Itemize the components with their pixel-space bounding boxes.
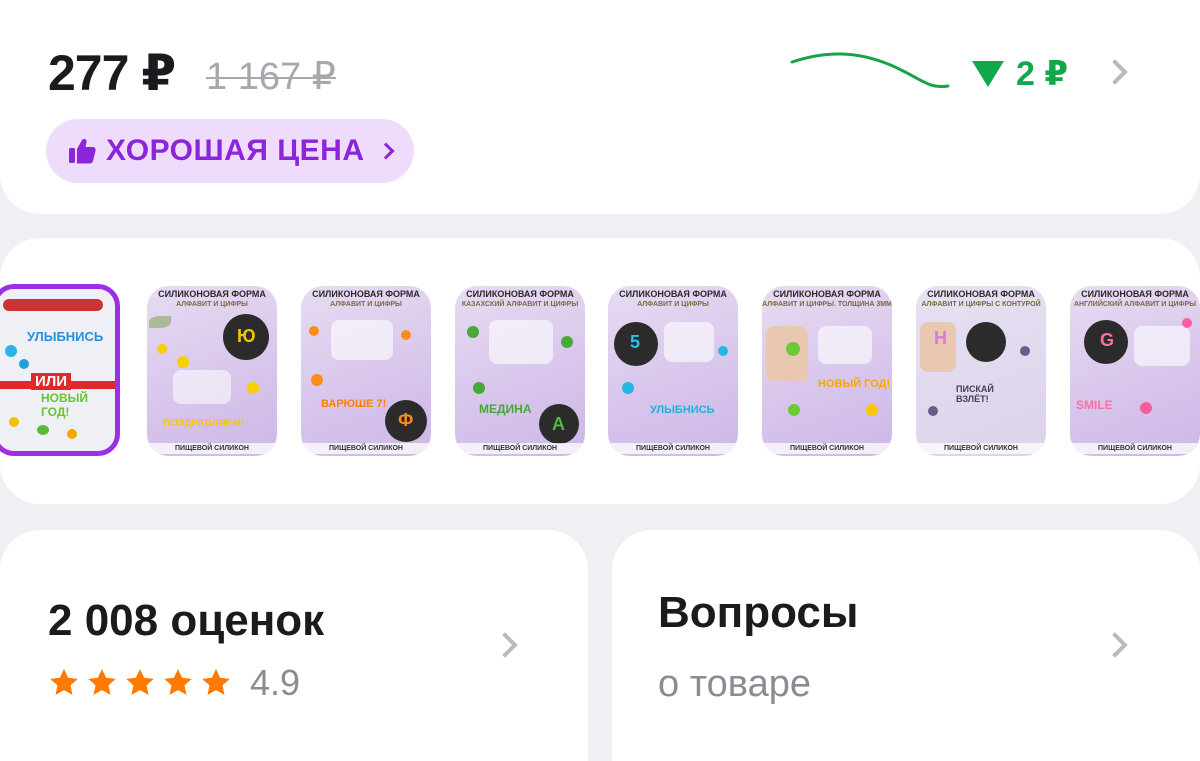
chevron-right-icon [377, 142, 395, 160]
thumbnail-word: НОВЫЙ ГОД! [41, 391, 89, 419]
thumbnail-word: ИЛИ [31, 373, 72, 390]
thumbnail-word: Ф [398, 410, 414, 430]
chevron-right-icon [492, 632, 518, 658]
thumbnail-word: НОВЫЙ ГОД! [818, 378, 891, 390]
price-drop[interactable]: 2 ₽ [972, 54, 1068, 94]
thumbs-up-icon [69, 138, 96, 164]
questions-subtitle: о товаре [658, 663, 811, 705]
star-icon [126, 669, 154, 695]
questions-card[interactable]: Вопросы о товаре [612, 530, 1200, 761]
thumbnail-word: SMILE [1076, 398, 1113, 412]
rating-stars: 4.9 [48, 662, 300, 704]
thumbnail-5[interactable]: СИЛИКОНОВАЯ ФОРМА АЛФАВИТ И ЦИФРЫ 5 УЛЫБ… [608, 286, 738, 456]
thumbnail-word: Н [934, 328, 947, 348]
thumbnail-7[interactable]: СИЛИКОНОВАЯ ФОРМА АЛФАВИТ И ЦИФРЫ С КОНТ… [916, 286, 1046, 456]
thumbnail-6[interactable]: СИЛИКОНОВАЯ ФОРМА АЛФАВИТ И ЦИФРЫ. ТОЛЩИ… [762, 286, 892, 456]
star-icon [88, 669, 116, 695]
good-price-badge[interactable]: ХОРОШАЯ ЦЕНА [46, 119, 414, 183]
thumbnail-2[interactable]: СИЛИКОНОВАЯ ФОРМА АЛФАВИТ И ЦИФРЫ Ю ПОЗД… [147, 286, 277, 456]
rating-value: 4.9 [250, 662, 301, 703]
ratings-card[interactable]: 2 008 оценок 4.9 [0, 530, 588, 761]
thumbnail-word: ПОЗДРАВЛЯЕМ! [163, 418, 244, 429]
star-icon [50, 669, 78, 695]
price-card: 277 ₽ 1 167 ₽ 2 ₽ ХОРОШАЯ ЦЕНА [0, 0, 1200, 214]
thumbnail-word: Ю [237, 326, 256, 346]
thumbnail-word: УЛЫБНИСЬ [650, 404, 715, 416]
thumbnail-word: УЛЫБНИСЬ [27, 329, 104, 344]
thumbnail-word: ВАРЮШЕ 7! [321, 398, 387, 410]
ratings-count: 2 008 оценок [48, 596, 325, 645]
star-icon [202, 669, 230, 695]
thumbnail-word: МЕДИНА [479, 402, 532, 416]
down-triangle-icon [972, 61, 1004, 87]
questions-title: Вопросы [658, 588, 859, 637]
thumbnail-3[interactable]: СИЛИКОНОВАЯ ФОРМА АЛФАВИТ И ЦИФРЫ ВАРЮШЕ… [301, 286, 431, 456]
redaction-scribble [790, 52, 950, 89]
current-price: 277 ₽ [48, 45, 176, 101]
thumbnail-word: ПИСКАЙ ВЗЛЁТ! [956, 384, 994, 404]
thumbnail-strip[interactable]: УЛЫБНИСЬ ИЛИ НОВЫЙ ГОД! СИЛИКОНОВАЯ ФОРМ… [0, 284, 1200, 456]
chevron-right-icon[interactable] [1102, 59, 1128, 85]
chevron-right-icon [1102, 632, 1128, 658]
thumbnail-word: А [552, 414, 565, 434]
price-drop-value: 2 ₽ [1016, 55, 1069, 93]
thumbnail-word: 5 [630, 332, 641, 352]
thumbnail-8[interactable]: СИЛИКОНОВАЯ ФОРМА АНГЛИЙСКИЙ АЛФАВИТ И Ц… [1070, 286, 1200, 456]
old-price: 1 167 ₽ [206, 56, 336, 98]
thumbnail-4[interactable]: СИЛИКОНОВАЯ ФОРМА КАЗАХСКИЙ АЛФАВИТ И ЦИ… [455, 286, 585, 456]
thumbnail-word: G [1100, 330, 1115, 350]
star-icon [164, 669, 192, 695]
good-price-label: ХОРОШАЯ ЦЕНА [106, 134, 365, 167]
thumbnail-1[interactable]: УЛЫБНИСЬ ИЛИ НОВЫЙ ГОД! [0, 284, 120, 456]
gallery-card: УЛЫБНИСЬ ИЛИ НОВЫЙ ГОД! СИЛИКОНОВАЯ ФОРМ… [0, 238, 1200, 504]
